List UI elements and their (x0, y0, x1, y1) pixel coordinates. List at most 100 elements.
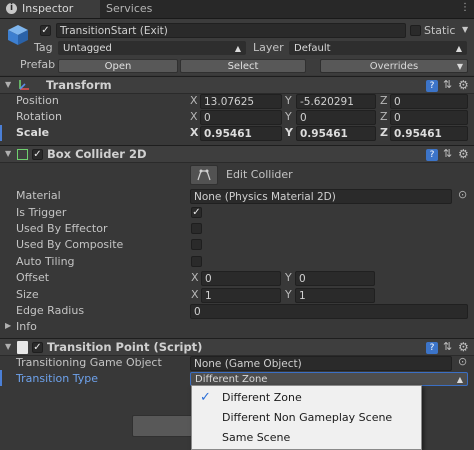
axis-y-label: Y (285, 288, 292, 301)
menu-item-different-zone[interactable]: ✓ Different Zone (192, 388, 421, 408)
tab-services[interactable]: Services (100, 0, 170, 18)
open-button[interactable]: Open (58, 59, 178, 73)
box-collider-icon (17, 149, 28, 160)
object-name-field[interactable]: TransitionStart (Exit) (56, 23, 406, 38)
position-z-field[interactable]: 0 (390, 94, 468, 109)
edge-radius-field[interactable]: 0 (190, 304, 468, 319)
size-y-field[interactable]: 1 (295, 288, 375, 303)
transition-point-title: Transition Point (Script) (47, 340, 203, 354)
used-by-composite-label: Used By Composite (16, 238, 124, 251)
scale-x-field[interactable]: 0.95461 (200, 126, 282, 141)
axis-x-label: X (190, 110, 198, 123)
edit-shape-icon (197, 169, 211, 181)
axis-y-label: Y (285, 94, 292, 107)
position-y-field[interactable]: -5.620291 (296, 94, 376, 109)
tag-dropdown[interactable]: Untagged ▲︎ (58, 41, 246, 55)
menu-item-different-non-gameplay-scene[interactable]: Different Non Gameplay Scene (192, 408, 421, 428)
rotation-y-field[interactable]: 0 (296, 110, 376, 125)
size-label: Size (16, 288, 39, 301)
layer-dropdown[interactable]: Default ▲︎ (289, 41, 467, 55)
position-x-field[interactable]: 13.07625 (200, 94, 282, 109)
axis-y-label: Y (285, 271, 292, 284)
scale-y-field[interactable]: 0.95461 (296, 126, 376, 141)
is-trigger-checkbox[interactable]: ✓ (191, 207, 202, 218)
transition-point-header[interactable]: ▼ ✓ Transition Point (Script) ? ⇅ ⚙ (0, 338, 474, 356)
layer-value: Default (294, 43, 331, 54)
preset-icon[interactable]: ⇅ (443, 78, 452, 91)
tag-label: Tag (34, 41, 53, 54)
help-icon[interactable]: ? (426, 80, 438, 92)
scale-label: Scale (16, 126, 50, 139)
chevron-down-icon: ▲︎ (456, 375, 463, 384)
axis-z-label: Z (380, 110, 388, 123)
material-field[interactable]: None (Physics Material 2D) (190, 189, 452, 204)
offset-label: Offset (16, 271, 50, 284)
static-dropdown-icon[interactable]: ▼ (462, 25, 468, 34)
preset-icon[interactable]: ⇅ (443, 340, 452, 353)
transition-type-value: Different Zone (195, 374, 268, 385)
checkmark-icon: ✓ (200, 390, 211, 405)
gear-icon[interactable]: ⚙ (458, 147, 469, 161)
info-foldout-icon[interactable]: ▶ (5, 318, 11, 334)
rotation-z-field[interactable]: 0 (390, 110, 468, 125)
edge-radius-label: Edge Radius (16, 304, 85, 317)
modified-indicator (0, 125, 2, 141)
overrides-dropdown[interactable]: Overrides ▼ (320, 59, 468, 73)
script-icon (17, 341, 28, 354)
rotation-x-field[interactable]: 0 (200, 110, 282, 125)
tab-inspector[interactable]: i Inspector (0, 0, 100, 18)
transition-type-dropdown[interactable]: Different Zone ▲︎ (190, 372, 468, 386)
tag-value: Untagged (63, 43, 112, 54)
scale-z-field[interactable]: 0.95461 (390, 126, 468, 141)
transitioning-object-field[interactable]: None (Game Object) (190, 356, 452, 371)
menu-item-label: Different Zone (222, 391, 302, 404)
menu-item-same-scene[interactable]: Same Scene (192, 428, 421, 448)
box-collider-header[interactable]: ▼ ✓ Box Collider 2D ? ⇅ ⚙ (0, 145, 474, 163)
menu-icon[interactable]: ⋮ (460, 2, 470, 13)
used-by-effector-checkbox[interactable] (191, 223, 202, 234)
auto-tiling-checkbox[interactable] (191, 256, 202, 267)
info-label[interactable]: Info (16, 320, 37, 334)
material-label: Material (16, 189, 61, 202)
gear-icon[interactable]: ⚙ (458, 78, 469, 92)
size-x-field[interactable]: 1 (201, 288, 281, 303)
axis-z-label: Z (380, 94, 388, 107)
info-icon: i (6, 3, 17, 14)
active-checkbox[interactable]: ✓ (40, 25, 51, 36)
menu-item-label: Same Scene (222, 431, 291, 444)
transform-header[interactable]: ▼ Transform ? ⇅ ⚙ (0, 76, 474, 94)
preset-icon[interactable]: ⇅ (443, 147, 452, 160)
tab-bar: i Inspector Services ⋮ (0, 0, 474, 19)
help-icon[interactable]: ? (426, 149, 438, 161)
gear-icon[interactable]: ⚙ (458, 340, 469, 354)
offset-x-field[interactable]: 0 (201, 271, 281, 286)
used-by-composite-checkbox[interactable] (191, 239, 202, 250)
cube-icon (6, 23, 30, 47)
is-trigger-label: Is Trigger (16, 206, 67, 219)
edit-collider-button[interactable] (190, 165, 218, 185)
focus-indicator (0, 370, 2, 386)
menu-item-label: Different Non Gameplay Scene (222, 411, 393, 424)
box-collider-enabled-checkbox[interactable]: ✓ (32, 149, 43, 160)
foldout-arrow-icon[interactable]: ▼ (5, 77, 11, 93)
static-checkbox[interactable] (410, 25, 421, 36)
object-picker-icon[interactable]: ⊙ (458, 188, 467, 201)
axis-z-label: Z (380, 126, 388, 139)
help-icon[interactable]: ? (426, 342, 438, 354)
object-picker-icon[interactable]: ⊙ (458, 355, 467, 368)
transition-type-menu: ✓ Different Zone Different Non Gameplay … (191, 385, 422, 450)
foldout-arrow-icon[interactable]: ▼ (5, 146, 11, 162)
axis-x-label: X (190, 94, 198, 107)
auto-tiling-label: Auto Tiling (16, 255, 75, 268)
axis-x-label: X (190, 126, 199, 139)
static-label: Static (424, 24, 456, 37)
tab-services-label: Services (106, 2, 153, 15)
select-button[interactable]: Select (180, 59, 306, 73)
position-label: Position (16, 94, 59, 107)
transition-point-enabled-checkbox[interactable]: ✓ (32, 342, 43, 353)
transform-title: Transform (46, 78, 112, 92)
rotation-label: Rotation (16, 110, 63, 123)
offset-y-field[interactable]: 0 (295, 271, 375, 286)
axis-y-label: Y (285, 126, 293, 139)
foldout-arrow-icon[interactable]: ▼ (5, 339, 11, 355)
